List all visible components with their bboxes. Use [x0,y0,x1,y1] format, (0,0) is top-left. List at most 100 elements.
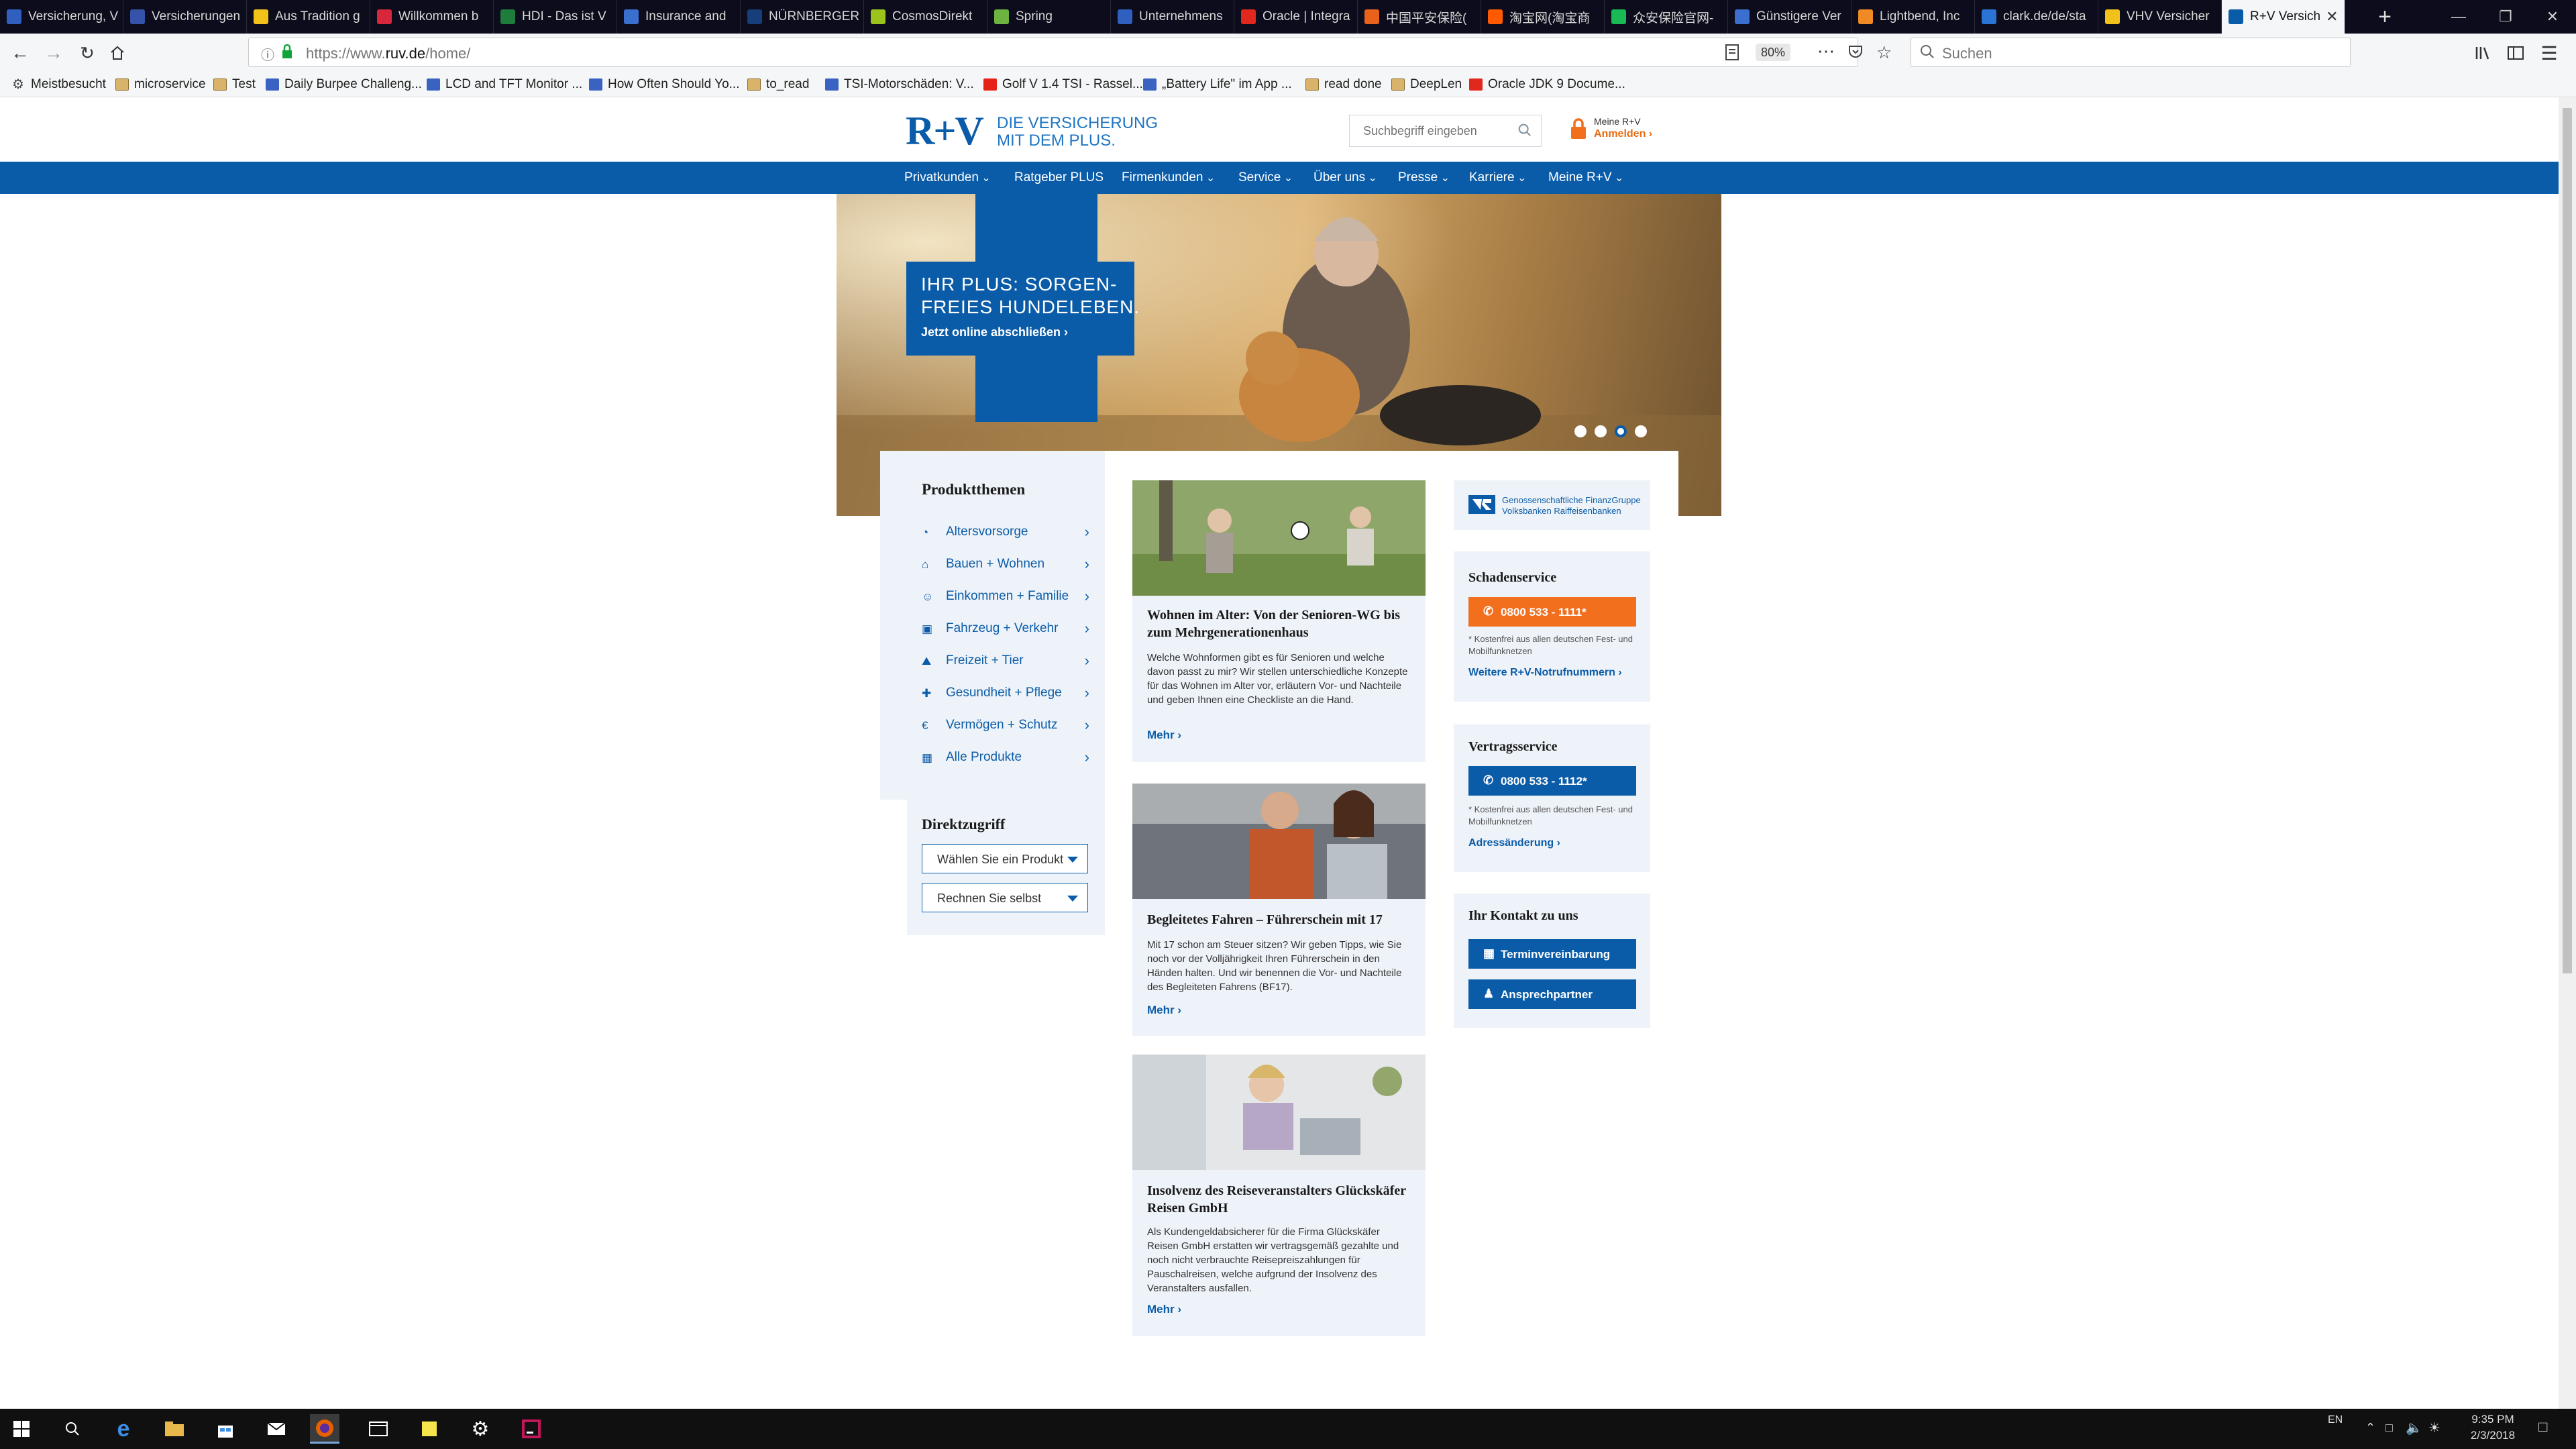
article-title[interactable]: Begleitetes Fahren – Führerschein mit 17 [1147,911,1415,928]
address-bar[interactable]: ⓘ https://www.ruv.de/home/ 80% ⋯ ☆ [248,38,1892,67]
site-search-icon[interactable] [1517,123,1532,141]
bookmark-item[interactable]: Oracle JDK 9 Docume... [1469,76,1625,93]
intellij-icon[interactable] [517,1414,546,1444]
new-tab-button[interactable]: + [2368,0,2402,34]
browser-tab[interactable]: Aus Tradition g [247,0,370,34]
slider-dot[interactable] [1615,425,1627,437]
product-topic-item[interactable]: ☺ Einkommen + Familie › [922,588,1089,609]
minimize-button[interactable]: — [2435,0,2482,34]
bookmark-item[interactable]: ⚙ Meistbesucht [12,76,106,93]
page-actions-icon[interactable]: ⋯ [1817,41,1835,62]
slider-dot[interactable] [1595,425,1607,437]
product-select[interactable]: Wählen Sie ein Produkt [922,844,1088,873]
login-link[interactable]: Anmelden › [1594,128,1652,140]
library-icon[interactable] [2470,40,2497,66]
tray-chevron-icon[interactable]: ⌃ [2365,1421,2375,1435]
browser-tab[interactable]: clark.de/de/sta [1975,0,2098,34]
bookmark-item[interactable]: microservice [115,76,206,93]
site-search-input[interactable] [1350,115,1525,146]
back-icon[interactable]: ← [7,40,34,66]
volume-icon[interactable]: 🔈 [2406,1419,2422,1436]
clock-date[interactable]: 2/3/2018 [2459,1429,2526,1442]
partner-box[interactable]: Genossenschaftliche FinanzGruppe Volksban… [1454,480,1650,530]
nav-item[interactable]: Service ⌄ [1238,162,1293,194]
bookmark-item[interactable]: read done [1305,76,1382,93]
browser-tab[interactable]: R+V Versich ✕ [2222,0,2345,34]
bookmark-item[interactable]: „Battery Life" im App ... [1143,76,1292,93]
taskbar-search-icon[interactable] [58,1414,87,1444]
browser-tab[interactable]: VHV Versicher [2098,0,2222,34]
browser-tab[interactable]: NÜRNBERGER [741,0,864,34]
product-topic-item[interactable]: ⛰ Freizeit + Tier › [922,652,1089,674]
reload-icon[interactable]: ↻ [74,40,101,66]
bookmark-item[interactable]: How Often Should Yo... [589,76,739,93]
calculator-select[interactable]: Rechnen Sie selbst [922,883,1088,912]
menu-icon[interactable]: ☰ [2536,40,2563,66]
language-indicator[interactable]: EN [2328,1414,2343,1426]
forward-icon[interactable]: → [40,40,67,66]
bookmark-item[interactable]: Daily Burpee Challeng... [266,76,422,93]
address-change-link[interactable]: Adressänderung › [1468,837,1560,849]
article-title[interactable]: Insolvenz des Reiseveranstalters Glücksk… [1147,1182,1415,1217]
contact-person-button[interactable]: ♟ Ansprechpartner [1468,979,1636,1009]
product-topic-item[interactable]: ▣ Fahrzeug + Verkehr › [922,620,1089,641]
bookmark-item[interactable]: DeepLen [1391,76,1462,93]
home-icon[interactable] [104,40,131,66]
window-close-button[interactable]: ✕ [2529,0,2576,34]
browser-tab[interactable]: Versicherung, V [0,0,123,34]
article-title[interactable]: Wohnen im Alter: Von der Senioren-WG bis… [1147,606,1415,641]
scrollbar-thumb[interactable] [2563,108,2572,973]
edge-icon[interactable]: e [109,1414,138,1444]
windows-start-icon[interactable] [7,1414,36,1444]
product-topic-item[interactable]: ▦ Alle Produkte › [922,749,1089,770]
article-card[interactable]: Begleitetes Fahren – Führerschein mit 17… [1132,784,1426,1036]
product-topic-item[interactable]: € Vermögen + Schutz › [922,716,1089,738]
browser-tab[interactable]: Unternehmens [1111,0,1234,34]
nav-item[interactable]: Ratgeber PLUS [1014,162,1104,194]
browser-tab[interactable]: Günstigere Ver [1728,0,1851,34]
browser-tab[interactable]: 中国平安保险( [1358,0,1481,34]
product-topic-item[interactable]: ⌂ Bauen + Wohnen › [922,555,1089,577]
appointment-button[interactable]: ▦ Terminvereinbarung [1468,939,1636,969]
clock-time[interactable]: 9:35 PM [2459,1413,2526,1426]
bookmark-item[interactable]: Test [213,76,256,93]
nav-item[interactable]: Presse ⌄ [1398,162,1450,194]
article-more-link[interactable]: Mehr › [1147,1004,1181,1017]
browser-tab[interactable]: 众安保险官网- [1605,0,1728,34]
bookmark-item[interactable]: to_read [747,76,809,93]
zoom-level[interactable]: 80% [1756,44,1791,61]
browser-tab[interactable]: Lightbend, Inc [1851,0,1975,34]
nav-item[interactable]: Firmenkunden ⌄ [1122,162,1215,194]
contract-hotline-button[interactable]: ✆ 0800 533 - 1112* [1468,766,1636,796]
sidebar-toggle-icon[interactable] [2502,40,2529,66]
sticky-notes-icon[interactable] [415,1414,444,1444]
firefox-icon[interactable] [310,1414,339,1444]
nav-item[interactable]: Über uns ⌄ [1313,162,1377,194]
bookmark-item[interactable]: TSI-Motorschäden: V... [825,76,974,93]
damage-hotline-button[interactable]: ✆ 0800 533 - 1111* [1468,597,1636,627]
browser-tab[interactable]: Spring [987,0,1111,34]
notifications-icon[interactable]: □ [2538,1418,2547,1436]
rv-logo[interactable]: R+V DIE VERSICHERUNG MIT DEM PLUS. [906,111,1158,151]
pocket-icon[interactable] [1847,44,1864,63]
emergency-numbers-link[interactable]: Weitere R+V-Notrufnummern › [1468,667,1622,679]
page-scrollbar[interactable] [2559,97,2576,1409]
reader-view-icon[interactable] [1725,44,1739,64]
store-icon[interactable] [211,1414,240,1444]
slider-dot[interactable] [1574,425,1587,437]
restore-button[interactable]: ❐ [2482,0,2529,34]
article-card[interactable]: Insolvenz des Reiseveranstalters Glücksk… [1132,1055,1426,1336]
article-card[interactable]: Wohnen im Alter: Von der Senioren-WG bis… [1132,480,1426,762]
browser-tab[interactable]: 淘宝网(淘宝商 [1481,0,1605,34]
article-more-link[interactable]: Mehr › [1147,1303,1181,1316]
slider-dot[interactable] [1635,425,1647,437]
nav-item[interactable]: Karriere ⌄ [1469,162,1526,194]
network-icon[interactable]: □ [2385,1421,2393,1435]
bookmark-item[interactable]: Golf V 1.4 TSI - Rassel... [983,76,1143,93]
product-topic-item[interactable]: ✚ Gesundheit + Pflege › [922,684,1089,706]
browser-tab[interactable]: Versicherungen [123,0,247,34]
browser-tab[interactable]: Willkommen b [370,0,494,34]
browser-tab[interactable]: Oracle | Integra [1234,0,1358,34]
nav-item[interactable]: Privatkunden ⌄ [904,162,991,194]
article-more-link[interactable]: Mehr › [1147,729,1181,742]
